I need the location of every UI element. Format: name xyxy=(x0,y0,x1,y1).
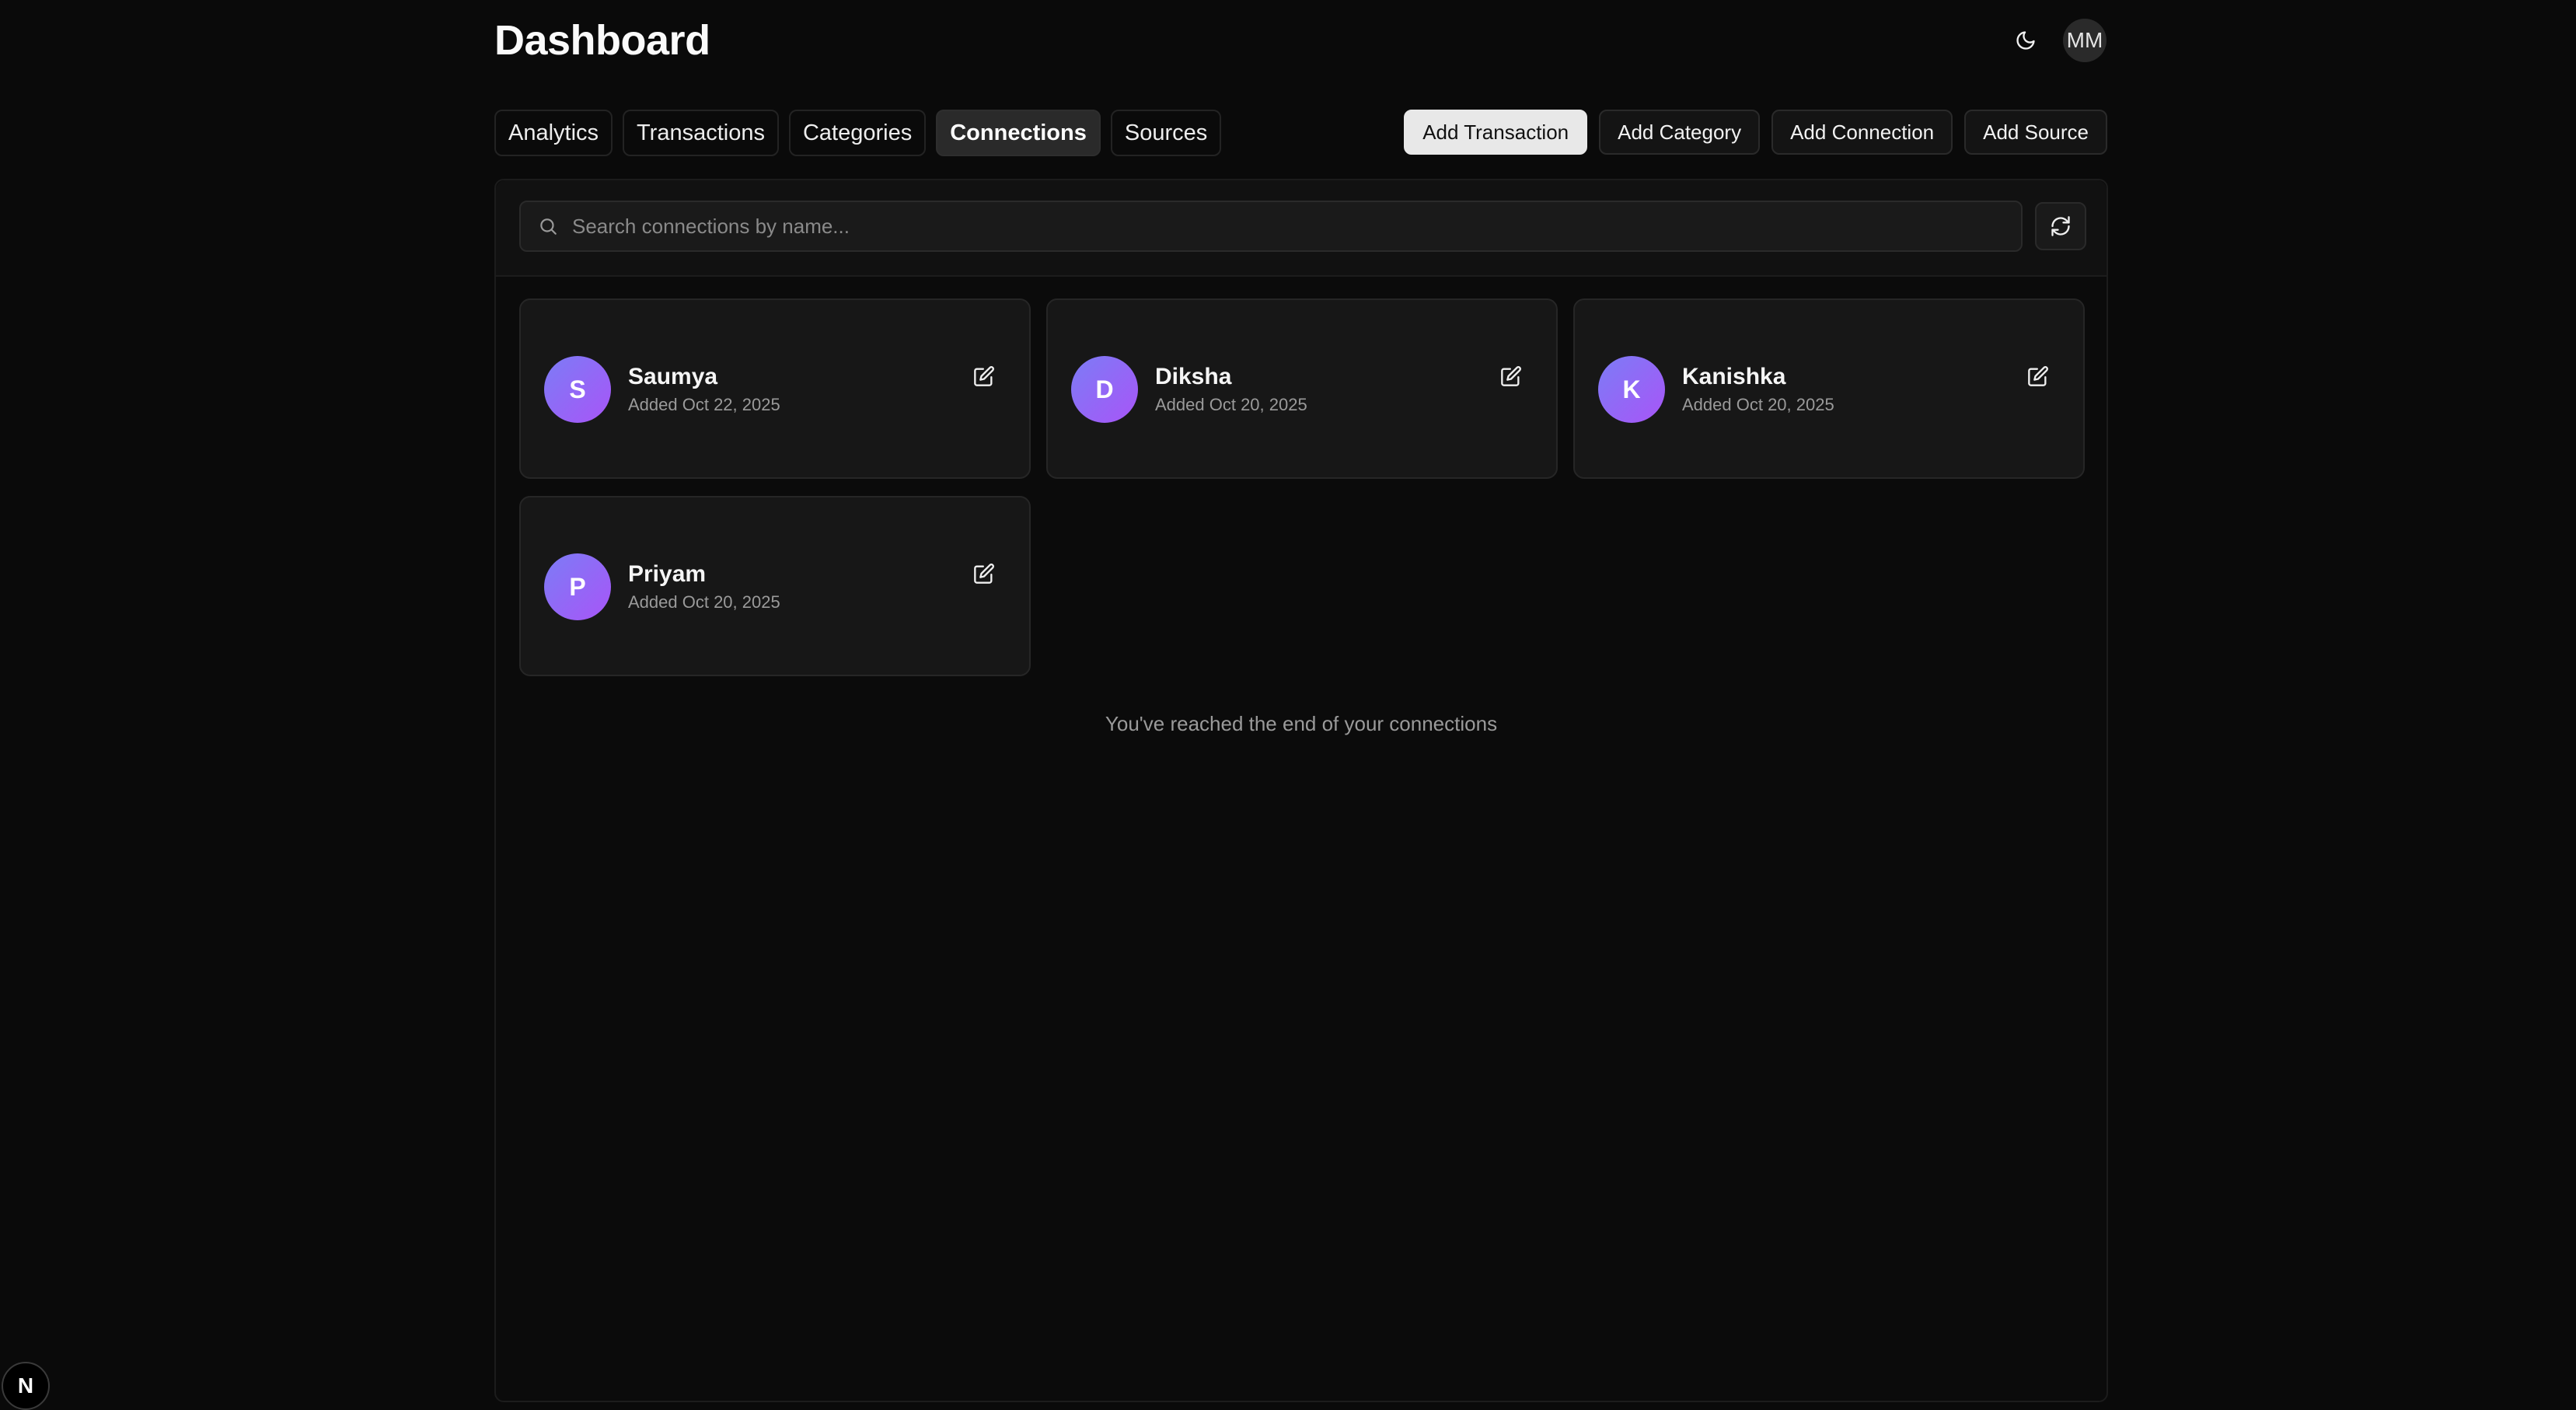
edit-connection-button[interactable] xyxy=(1497,362,1525,390)
tab-transactions[interactable]: Transactions xyxy=(623,110,779,156)
edit-icon xyxy=(974,564,994,584)
search-toolbar: Search connections by name... xyxy=(496,180,2107,277)
tab-bar: Analytics Transactions Categories Connec… xyxy=(494,110,1222,156)
tab-categories[interactable]: Categories xyxy=(788,110,927,156)
refresh-button[interactable] xyxy=(2035,202,2086,250)
connection-avatar: S xyxy=(544,356,611,423)
edit-icon xyxy=(2028,366,2048,386)
add-connection-button[interactable]: Add Connection xyxy=(1771,110,1953,155)
connection-added-date: Added Oct 20, 2025 xyxy=(1155,395,1307,414)
theme-toggle-button[interactable] xyxy=(2005,20,2046,61)
connections-grid: S Saumya Added Oct 22, 2025 D Diksha Add… xyxy=(519,298,2085,676)
edit-connection-button[interactable] xyxy=(2024,362,2052,390)
tab-analytics[interactable]: Analytics xyxy=(494,110,613,156)
edit-icon xyxy=(1501,366,1521,386)
dashboard-page: Dashboard MM Analytics Transactions Cate… xyxy=(0,0,2576,1410)
moon-icon xyxy=(2016,31,2035,50)
search-placeholder: Search connections by name... xyxy=(572,214,850,238)
edit-connection-button[interactable] xyxy=(970,362,998,390)
tab-sources[interactable]: Sources xyxy=(1110,110,1222,156)
connection-added-date: Added Oct 20, 2025 xyxy=(628,592,780,612)
user-avatar[interactable]: MM xyxy=(2063,19,2107,62)
action-buttons: Add Transaction Add Category Add Connect… xyxy=(1404,110,2107,155)
connection-avatar: P xyxy=(544,553,611,620)
connection-name: Kanishka xyxy=(1682,364,1786,389)
add-source-button[interactable]: Add Source xyxy=(1964,110,2107,155)
connection-card[interactable]: K Kanishka Added Oct 20, 2025 xyxy=(1573,298,2085,479)
nextjs-dev-badge[interactable]: N xyxy=(2,1362,50,1410)
connection-name: Diksha xyxy=(1155,364,1232,389)
add-transaction-button[interactable]: Add Transaction xyxy=(1404,110,1588,155)
tab-connections[interactable]: Connections xyxy=(936,110,1101,156)
connection-card[interactable]: D Diksha Added Oct 20, 2025 xyxy=(1046,298,1558,479)
end-of-list-message: You've reached the end of your connectio… xyxy=(1105,712,1498,735)
search-icon xyxy=(540,218,557,235)
refresh-icon xyxy=(2051,216,2070,236)
edit-icon xyxy=(974,366,994,386)
connection-card[interactable]: P Priyam Added Oct 20, 2025 xyxy=(519,496,1031,676)
page-title: Dashboard xyxy=(494,17,710,64)
search-input[interactable]: Search connections by name... xyxy=(519,201,2023,252)
connection-name: Saumya xyxy=(628,364,718,389)
connection-name: Priyam xyxy=(628,561,707,587)
connections-panel: Search connections by name... S Saumya A… xyxy=(494,179,2108,1402)
connection-card[interactable]: S Saumya Added Oct 22, 2025 xyxy=(519,298,1031,479)
add-category-button[interactable]: Add Category xyxy=(1599,110,1761,155)
edit-connection-button[interactable] xyxy=(970,560,998,588)
connection-added-date: Added Oct 22, 2025 xyxy=(628,395,780,414)
connection-added-date: Added Oct 20, 2025 xyxy=(1682,395,1834,414)
connection-avatar: K xyxy=(1598,356,1665,423)
connection-avatar: D xyxy=(1071,356,1138,423)
